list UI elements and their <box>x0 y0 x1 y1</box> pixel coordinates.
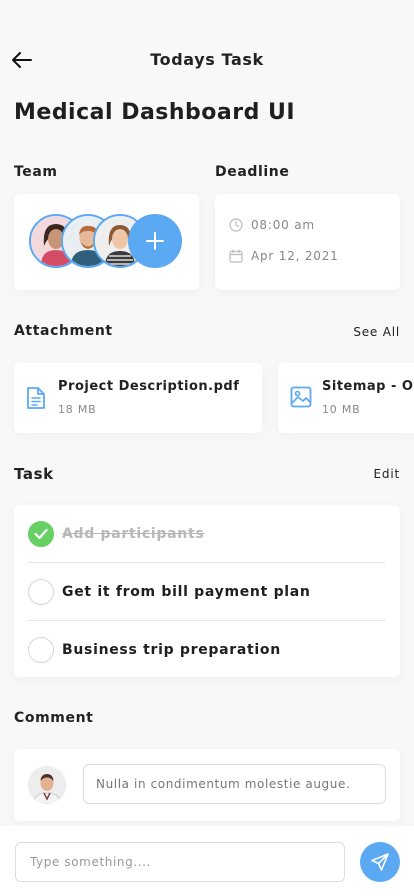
message-input[interactable] <box>15 842 345 882</box>
team-card <box>14 194 199 290</box>
avatar <box>28 766 66 804</box>
add-member-button[interactable] <box>128 214 182 268</box>
deadline-card: 08:00 am Apr 12, 2021 <box>215 194 400 290</box>
checkbox-checked[interactable] <box>28 521 54 547</box>
task-item[interactable]: Business trip preparation <box>28 620 386 678</box>
attachment-name: Sitemap - Over <box>322 379 414 394</box>
image-icon <box>290 386 312 408</box>
task-item[interactable]: Add participants <box>28 505 386 563</box>
screen-title: Todays Task <box>150 50 264 69</box>
deadline-label: Deadline <box>215 164 290 180</box>
task-text: Add participants <box>62 526 205 542</box>
edit-tasks-link[interactable]: Edit <box>374 467 400 481</box>
see-all-link[interactable]: See All <box>353 325 400 339</box>
attachment-size: 10 MB <box>322 403 361 416</box>
deadline-time-text: 08:00 am <box>251 218 315 232</box>
task-label: Task <box>14 465 54 483</box>
comment-text: Nulla in condimentum molestie augue. <box>83 764 386 804</box>
attachment-size: 18 MB <box>58 403 97 416</box>
deadline-time: 08:00 am <box>229 218 315 232</box>
attachment-label: Attachment <box>14 323 113 339</box>
document-icon <box>27 387 45 409</box>
send-button[interactable] <box>360 842 400 882</box>
checkmark-icon <box>34 528 48 540</box>
send-icon <box>371 853 389 871</box>
checkbox-unchecked[interactable] <box>28 636 54 663</box>
clock-icon <box>229 218 243 232</box>
plus-icon <box>146 232 164 250</box>
top-bar: Todays Task <box>0 44 414 76</box>
deadline-date-text: Apr 12, 2021 <box>251 249 339 263</box>
task-text: Get it from bill payment plan <box>62 583 311 600</box>
attachment-name: Project Description.pdf <box>58 379 240 394</box>
attachment-item[interactable]: Sitemap - Over 10 MB <box>278 363 414 433</box>
team-label: Team <box>14 164 58 180</box>
page-title: Medical Dashboard UI <box>14 100 296 125</box>
calendar-icon <box>229 249 243 263</box>
comment-label: Comment <box>14 710 94 726</box>
checkbox-unchecked[interactable] <box>28 578 54 605</box>
deadline-date: Apr 12, 2021 <box>229 249 339 263</box>
comment-card: Nulla in condimentum molestie augue. <box>14 749 400 821</box>
compose-bar <box>0 826 414 896</box>
task-item[interactable]: Get it from bill payment plan <box>28 562 386 620</box>
task-list: Add participants Get it from bill paymen… <box>14 505 400 677</box>
attachment-item[interactable]: Project Description.pdf 18 MB <box>14 363 262 433</box>
task-text: Business trip preparation <box>62 641 281 658</box>
